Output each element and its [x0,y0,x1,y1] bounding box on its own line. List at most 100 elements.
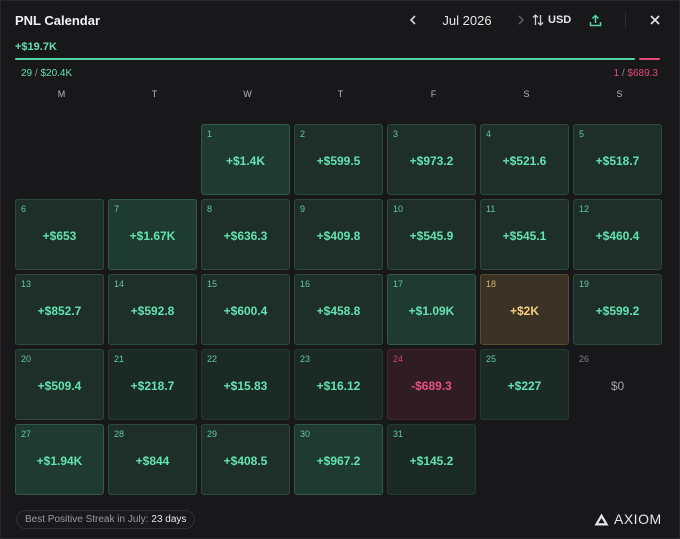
day-cell[interactable]: 25 +$227 [480,349,569,420]
day-cell[interactable]: 5 +$518.7 [573,124,662,195]
day-pnl: +$1.4K [225,154,266,168]
day-pnl: +$16.12 [316,379,361,393]
day-cell[interactable]: 2 +$599.5 [294,124,383,195]
day-cell[interactable]: 10 +$545.9 [387,199,476,270]
day-cell[interactable]: 9 +$409.8 [294,199,383,270]
day-cell[interactable]: 15 +$600.4 [201,274,290,345]
day-cell[interactable]: 29 +$408.5 [201,424,290,495]
day-pnl: +$227 [507,379,542,393]
day-cell[interactable]: 7 +$1.67K [108,199,197,270]
day-pnl: +$458.8 [316,304,361,318]
streak-value: 23 days [151,514,187,525]
month-label: Jul 2026 [442,12,492,28]
close-icon [650,15,660,25]
calendar-grid: 1 +$1.4K 2 +$599.5 3 +$973.2 4 +$521.6 5 +$518.7 6… [15,124,666,495]
day-pnl: +$145.2 [409,454,454,468]
day-number: 31 [393,429,404,439]
day-cell[interactable]: 12 +$460.4 [573,199,662,270]
header-divider [625,12,626,28]
day-cell[interactable]: 27 +$1.94K [15,424,104,495]
day-number: 22 [207,354,218,364]
day-number: 10 [393,204,404,214]
day-number: 17 [393,279,404,289]
day-pnl: +$545.9 [409,229,454,243]
prev-month-button[interactable] [403,10,423,30]
day-pnl: +$636.3 [223,229,268,243]
day-number: 29 [207,429,218,439]
page-title: PNL Calendar [15,12,101,28]
total-pnl: +$19.7K [15,41,57,53]
empty-day-cell [15,124,104,195]
day-cell[interactable]: 3 +$973.2 [387,124,476,195]
next-month-button[interactable] [511,10,531,30]
day-cell[interactable]: 8 +$636.3 [201,199,290,270]
axiom-logo-icon [594,513,609,525]
day-number: 12 [579,204,590,214]
chevron-left-icon [409,15,416,25]
day-pnl: +$1.09K [408,304,455,318]
day-number: 16 [300,279,311,289]
day-cell[interactable]: 22 +$15.83 [201,349,290,420]
day-number: 1 [207,129,213,139]
day-pnl: +$509.4 [37,379,82,393]
empty-day-cell [108,124,197,195]
weekday-header: M T W T F S S [15,89,666,99]
day-cell[interactable]: 30 +$967.2 [294,424,383,495]
day-number: 11 [486,204,496,214]
share-button[interactable] [585,10,605,30]
day-cell[interactable]: 23 +$16.12 [294,349,383,420]
day-pnl: +$545.1 [502,229,547,243]
day-cell[interactable]: 24 -$689.3 [387,349,476,420]
day-number: 19 [579,279,590,289]
day-cell[interactable]: 21 +$218.7 [108,349,197,420]
day-cell[interactable]: 6 +$653 [15,199,104,270]
weekday-label: W [243,89,252,99]
day-pnl: -$689.3 [411,379,452,393]
day-pnl: +$967.2 [316,454,361,468]
day-cell[interactable]: 14 +$592.8 [108,274,197,345]
day-number: 6 [21,204,27,214]
day-cell[interactable]: 16 +$458.8 [294,274,383,345]
day-pnl: +$518.7 [595,154,640,168]
day-pnl: +$521.6 [502,154,547,168]
day-cell[interactable]: 26 $0 [573,349,662,420]
day-number: 15 [207,279,218,289]
day-cell[interactable]: 11 +$545.1 [480,199,569,270]
streak-label: Best Positive Streak in July: [25,514,149,525]
day-cell[interactable]: 19 +$599.2 [573,274,662,345]
win-count: 29 [21,68,33,79]
weekday-label: M [57,89,66,99]
day-cell[interactable]: 31 +$145.2 [387,424,476,495]
day-cell[interactable]: 13 +$852.7 [15,274,104,345]
day-pnl: +$218.7 [130,379,175,393]
day-cell[interactable]: 28 +$844 [108,424,197,495]
win-amount: $20.4K [40,68,73,79]
weekday-label: S [523,89,530,99]
loss-ratio-bar [639,58,660,60]
logo-text: AXIOM [614,511,662,527]
day-number: 14 [114,279,125,289]
day-cell[interactable]: 17 +$1.09K [387,274,476,345]
day-number: 25 [486,354,497,364]
day-cell[interactable]: 20 +$509.4 [15,349,104,420]
day-pnl: +$653 [42,229,77,243]
day-pnl: $0 [610,379,625,393]
day-pnl: +$600.4 [223,304,268,318]
day-number: 21 [114,354,125,364]
currency-label: USD [548,14,572,26]
day-pnl: +$460.4 [595,229,640,243]
losing-days-stat: 1 / $689.3 [614,68,659,79]
day-cell[interactable]: 4 +$521.6 [480,124,569,195]
day-number: 23 [300,354,311,364]
day-cell[interactable]: 1 +$1.4K [201,124,290,195]
day-cell[interactable]: 18 +$2K [480,274,569,345]
day-pnl: +$599.2 [595,304,640,318]
day-pnl: +$15.83 [223,379,268,393]
day-number: 4 [486,129,492,139]
currency-toggle-button[interactable]: USD [532,10,571,30]
day-number: 24 [393,354,404,364]
day-pnl: +$599.5 [316,154,361,168]
close-button[interactable] [645,10,665,30]
streak-badge: Best Positive Streak in July: 23 days [16,510,196,529]
day-number: 7 [114,204,120,214]
